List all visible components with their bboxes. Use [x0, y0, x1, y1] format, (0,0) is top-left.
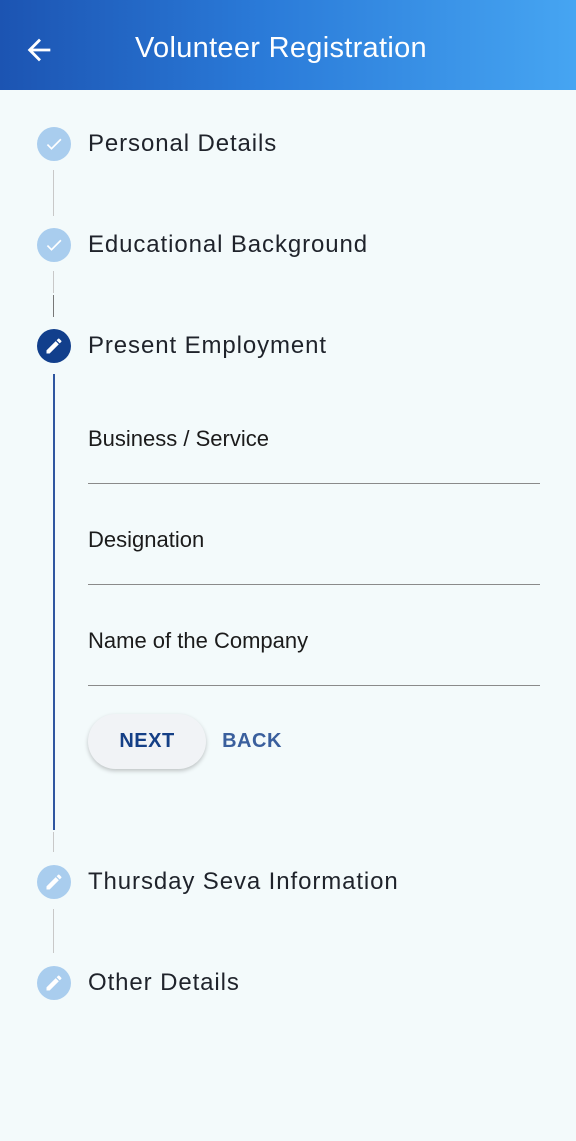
step-connector [53, 832, 54, 852]
step-connector [53, 271, 54, 293]
check-icon [46, 138, 62, 150]
step-connector [53, 170, 54, 216]
app-bar: Volunteer Registration [0, 0, 576, 90]
step-connector [53, 909, 54, 953]
field-underline [88, 584, 540, 585]
step-label: Other Details [88, 969, 240, 996]
step-status-completed [37, 228, 71, 262]
step-connector [53, 295, 54, 317]
check-icon [46, 239, 62, 251]
edit-pencil-icon [46, 975, 62, 991]
step-other-details[interactable]: Other Details [37, 966, 537, 1000]
field-label: Name of the Company [88, 628, 309, 653]
step-personal-details[interactable]: Personal Details [37, 127, 537, 161]
step-status-completed [37, 127, 71, 161]
field-underline [88, 685, 540, 686]
field-label: Designation [88, 527, 205, 552]
step-label: Personal Details [88, 130, 278, 157]
edit-pencil-icon [46, 874, 62, 890]
edit-pencil-icon [46, 338, 62, 354]
back-button[interactable] [22, 33, 56, 67]
designation-field[interactable]: Designation [88, 515, 540, 585]
step-label: Present Employment [88, 332, 327, 359]
business-service-field[interactable]: Business / Service [88, 414, 540, 484]
step-present-employment[interactable]: Present Employment [37, 329, 537, 363]
step-status-active [37, 329, 71, 363]
step-educational-background[interactable]: Educational Background [37, 228, 537, 262]
step-label: Educational Background [88, 231, 368, 258]
company-name-field[interactable]: Name of the Company [88, 616, 540, 686]
field-underline [88, 483, 540, 484]
next-button[interactable]: NEXT [88, 714, 206, 769]
step-status-pending [37, 966, 71, 1000]
field-label: Business / Service [88, 426, 269, 451]
arrow-left-icon [27, 38, 51, 62]
step-status-pending [37, 865, 71, 899]
active-step-connector [53, 374, 55, 830]
back-step-button[interactable]: BACK [209, 714, 295, 769]
step-thursday-seva-information[interactable]: Thursday Seva Information [37, 865, 537, 899]
page-title: Volunteer Registration [135, 32, 427, 64]
step-label: Thursday Seva Information [88, 868, 399, 895]
